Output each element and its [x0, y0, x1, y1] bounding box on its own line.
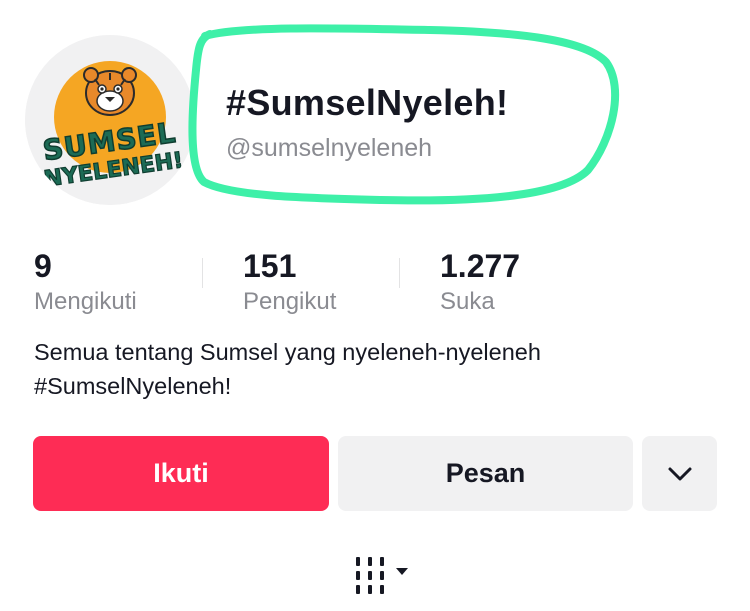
following-label: Mengikuti: [34, 288, 137, 315]
username[interactable]: @sumselnyeleneh: [226, 134, 432, 163]
likes-label: Suka: [440, 288, 495, 315]
bio-line: Semua tentang Sumsel yang nyeleneh-nyele…: [34, 339, 541, 365]
display-name: #SumselNyeleh!: [226, 82, 509, 123]
stat-divider: [399, 258, 400, 288]
tiger-icon: [83, 67, 137, 116]
bio-hashtag[interactable]: #SumselNyeleneh!: [34, 369, 724, 403]
stat-followers[interactable]: 151 Pengikut: [243, 250, 336, 316]
chevron-down-icon: [668, 467, 691, 480]
following-count: 9: [34, 248, 52, 284]
likes-count: 1.277: [440, 248, 521, 284]
profile-avatar[interactable]: SUMSEL NYELENEH!: [25, 35, 195, 205]
stat-likes: 1.277 Suka: [440, 250, 520, 316]
stat-divider: [202, 258, 203, 288]
message-button[interactable]: Pesan: [338, 436, 633, 511]
profile-bio: Semua tentang Sumsel yang nyeleneh-nyele…: [34, 335, 724, 403]
followers-label: Pengikut: [243, 288, 337, 315]
followers-count: 151: [243, 248, 297, 284]
videos-tab[interactable]: [350, 555, 414, 599]
stat-following[interactable]: 9 Mengikuti: [34, 250, 137, 316]
sumsel-nyeleneh-logo: SUMSEL NYELENEH!: [25, 35, 195, 205]
follow-button[interactable]: Ikuti: [33, 436, 329, 511]
grid-columns-icon: [356, 557, 408, 594]
caret-down-icon: [396, 568, 408, 575]
more-options-button[interactable]: [642, 436, 717, 511]
